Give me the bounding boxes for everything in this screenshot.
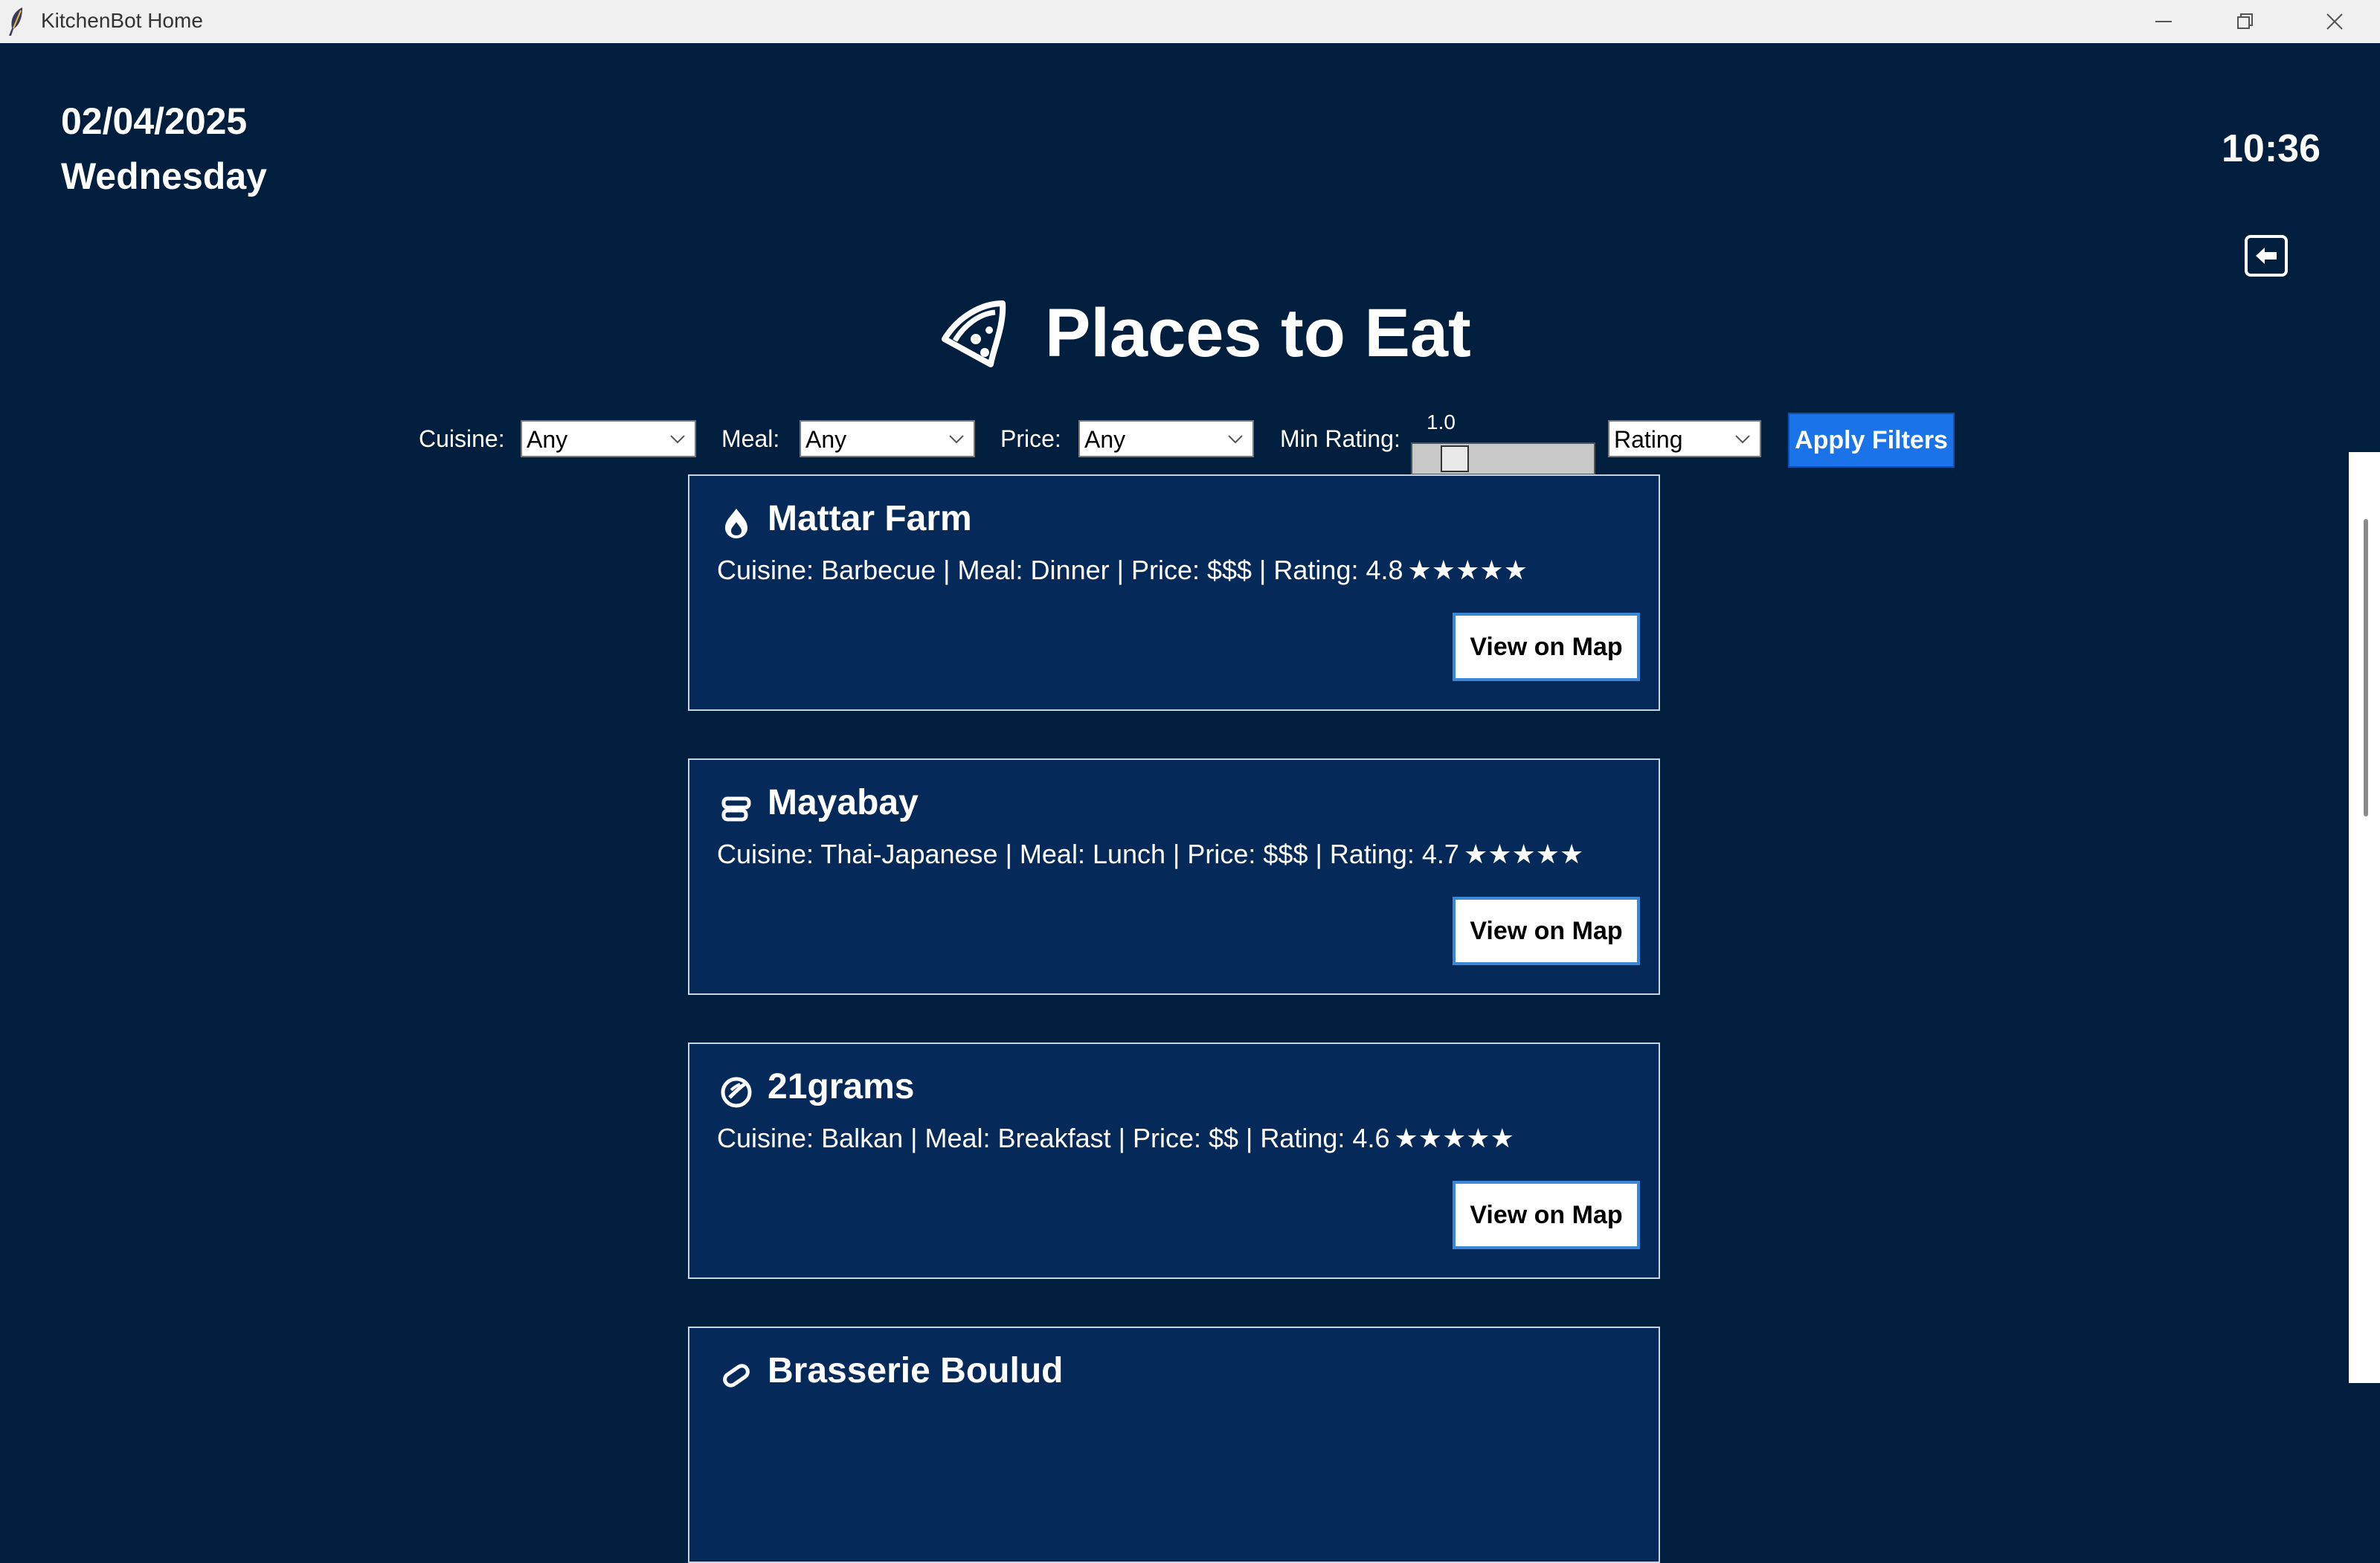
app-body: 02/04/2025 Wednesday 10:36 Places to Eat… <box>0 43 2380 1563</box>
time-display: 10:36 <box>2222 127 2320 170</box>
cookie-icon <box>721 1077 752 1108</box>
min-rating-slider-fill <box>1412 444 1441 474</box>
restaurant-card: Mayabay Cuisine: Thai-Japanese | Meal: L… <box>688 758 1660 995</box>
min-rating-slider[interactable] <box>1411 442 1595 475</box>
date-display: 02/04/2025 <box>61 100 248 142</box>
meal-select[interactable]: Any <box>800 420 975 457</box>
minimize-button[interactable] <box>2123 0 2204 43</box>
restaurant-card: Brasserie Boulud <box>688 1327 1660 1563</box>
min-rating-label: Min Rating: <box>1280 425 1400 452</box>
close-button[interactable] <box>2294 0 2376 43</box>
min-rating-value: 1.0 <box>1427 410 1456 434</box>
restaurant-name: 21grams <box>768 1067 915 1106</box>
restaurant-details-text: Cuisine: Balkan | Meal: Breakfast | Pric… <box>717 1123 1390 1153</box>
feather-icon <box>9 7 22 36</box>
chevron-down-icon <box>1228 435 1243 444</box>
restaurant-details: Cuisine: Barbecue | Meal: Dinner | Price… <box>717 555 1528 586</box>
price-label: Price: <box>1000 425 1061 452</box>
bowl-icon <box>721 796 751 822</box>
apply-filters-button[interactable]: Apply Filters <box>1788 413 1955 468</box>
restaurant-name: Brasserie Boulud <box>768 1351 1064 1390</box>
chevron-down-icon <box>670 435 685 444</box>
page-title: Places to Eat <box>1045 295 1471 371</box>
restaurant-name: Mayabay <box>768 783 919 822</box>
restore-icon <box>2237 13 2253 29</box>
restore-button[interactable] <box>2204 0 2286 43</box>
pizza-slice-icon <box>942 300 1006 367</box>
chevron-down-icon <box>1735 435 1750 444</box>
flame-icon <box>725 509 747 538</box>
day-display: Wednesday <box>61 155 267 197</box>
window-titlebar: KitchenBot Home <box>0 0 2380 44</box>
rating-stars: ★★★★★ <box>1394 1123 1514 1153</box>
sort-select-value: Rating <box>1614 426 1683 453</box>
pill-icon <box>723 1364 750 1388</box>
restaurant-details: Cuisine: Thai-Japanese | Meal: Lunch | P… <box>717 839 1583 870</box>
window-title: KitchenBot Home <box>41 9 203 32</box>
cuisine-label: Cuisine: <box>419 425 505 452</box>
back-button[interactable] <box>2245 235 2288 277</box>
restaurant-name: Mattar Farm <box>768 499 972 538</box>
cuisine-select-value: Any <box>527 426 568 453</box>
rating-stars: ★★★★★ <box>1463 839 1584 869</box>
results-scrollbar-thumb[interactable] <box>2364 519 2368 816</box>
restaurant-details-text: Cuisine: Thai-Japanese | Meal: Lunch | P… <box>717 839 1459 869</box>
arrow-left-icon <box>2256 248 2277 264</box>
chevron-down-icon <box>949 435 964 444</box>
meal-label: Meal: <box>721 425 780 452</box>
price-select-value: Any <box>1084 426 1126 453</box>
price-select[interactable]: Any <box>1078 420 1254 457</box>
close-icon <box>2326 13 2343 30</box>
rating-stars: ★★★★★ <box>1407 555 1528 585</box>
view-on-map-button[interactable]: View on Map <box>1453 1181 1640 1249</box>
view-on-map-button[interactable]: View on Map <box>1453 897 1640 965</box>
restaurant-card: Mattar Farm Cuisine: Barbecue | Meal: Di… <box>688 474 1660 711</box>
cuisine-select[interactable]: Any <box>521 420 696 457</box>
restaurant-details: Cuisine: Balkan | Meal: Breakfast | Pric… <box>717 1123 1514 1154</box>
meal-select-value: Any <box>805 426 847 453</box>
restaurant-details-text: Cuisine: Barbecue | Meal: Dinner | Price… <box>717 555 1403 585</box>
restaurant-card: 21grams Cuisine: Balkan | Meal: Breakfas… <box>688 1042 1660 1279</box>
min-rating-slider-thumb[interactable] <box>1441 445 1469 472</box>
view-on-map-button[interactable]: View on Map <box>1453 613 1640 681</box>
minimize-icon <box>2155 21 2172 22</box>
sort-select[interactable]: Rating <box>1608 420 1761 457</box>
results-scrollbar[interactable] <box>2349 452 2380 1383</box>
